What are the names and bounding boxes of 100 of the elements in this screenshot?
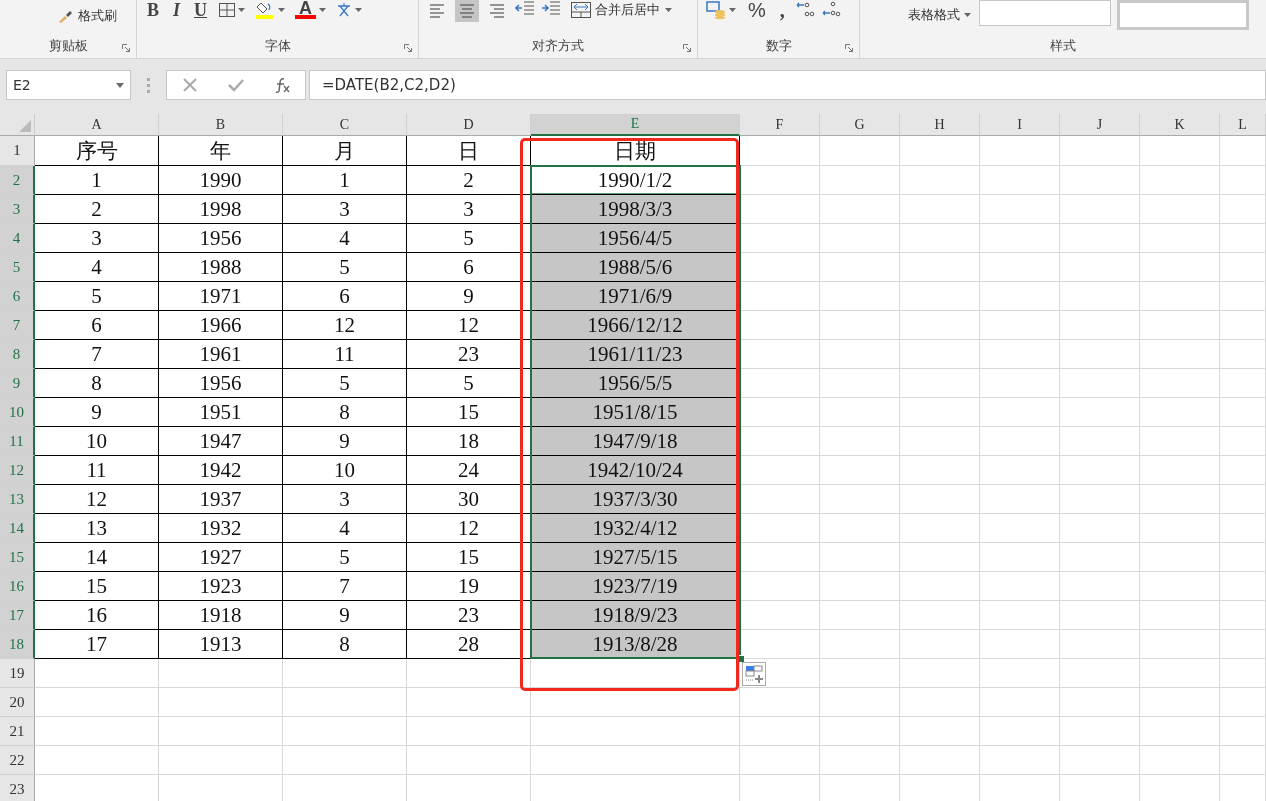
column-header[interactable]: B (159, 114, 283, 136)
caret-icon[interactable] (729, 8, 736, 12)
format-painter-button[interactable]: 格式刷 (56, 6, 119, 26)
row-header[interactable]: 10 (0, 398, 35, 427)
quick-analysis-icon[interactable] (742, 662, 766, 686)
table-cell: 6 (283, 282, 407, 311)
row-header[interactable]: 11 (0, 427, 35, 456)
launcher-icon[interactable] (122, 44, 130, 52)
align-left-icon[interactable] (429, 3, 445, 19)
italic-button[interactable]: I (169, 0, 185, 20)
row-header[interactable]: 3 (0, 195, 35, 224)
empty-cell (1220, 166, 1266, 195)
increase-decimal-icon[interactable] (794, 0, 815, 18)
empty-cell (1220, 688, 1266, 717)
group-label: 数字 (765, 37, 792, 55)
row-header[interactable]: 19 (0, 659, 35, 688)
cancel-icon[interactable] (181, 77, 198, 93)
percent-button[interactable]: % (744, 0, 770, 20)
caret-icon[interactable] (319, 8, 327, 12)
table-cell: 1942 (159, 456, 283, 485)
column-header[interactable]: F (740, 114, 820, 136)
table-cell: 9 (407, 282, 531, 311)
table-cell: 12 (35, 485, 159, 514)
row-header[interactable]: 4 (0, 224, 35, 253)
table-cell: 1990 (159, 166, 283, 195)
caret-icon[interactable] (238, 8, 246, 12)
caret-icon[interactable] (665, 8, 672, 12)
table-cell: 1918 (159, 601, 283, 630)
outdent-icon[interactable] (515, 0, 535, 16)
column-header[interactable]: E (531, 114, 740, 136)
bold-button[interactable]: B (143, 0, 163, 20)
indent-icon[interactable] (541, 0, 561, 16)
column-header[interactable]: A (35, 114, 159, 136)
launcher-icon[interactable] (404, 44, 412, 52)
row-header[interactable]: 9 (0, 369, 35, 398)
comma-style-button[interactable]: , (775, 0, 789, 20)
row-header[interactable]: 22 (0, 746, 35, 775)
function-icon[interactable] (274, 77, 291, 93)
table-cell: 9 (35, 398, 159, 427)
column-header[interactable]: J (1060, 114, 1140, 136)
row-header[interactable]: 18 (0, 630, 35, 659)
table-cell: 序号 (35, 136, 159, 166)
caret-icon[interactable] (964, 13, 971, 17)
table-cell: 1 (35, 166, 159, 195)
row-header[interactable]: 16 (0, 572, 35, 601)
table-cell: 1927 (159, 543, 283, 572)
row-header[interactable]: 21 (0, 717, 35, 746)
name-box[interactable]: E2 (6, 70, 131, 100)
formula-field[interactable]: =DATE(B2,C2,D2) (309, 70, 1266, 100)
row-header[interactable]: 6 (0, 282, 35, 311)
column-header[interactable]: H (900, 114, 980, 136)
column-header[interactable]: K (1140, 114, 1220, 136)
table-cell: 1913 (159, 630, 283, 659)
table-cell: 1961 (159, 340, 283, 369)
align-center-icon[interactable] (459, 3, 475, 19)
phonetic-icon[interactable] (336, 3, 353, 17)
column-header[interactable]: C (283, 114, 407, 136)
table-cell: 17 (35, 630, 159, 659)
launcher-icon[interactable] (845, 44, 853, 52)
row-header[interactable]: 2 (0, 166, 35, 195)
check-icon[interactable] (227, 77, 245, 93)
group-label: 剪贴板 (48, 37, 88, 55)
table-cell: 11 (35, 456, 159, 485)
underline-button[interactable]: U (190, 0, 212, 20)
table-format-button[interactable]: 表格格式 (906, 0, 973, 24)
row-header[interactable]: 7 (0, 311, 35, 340)
borders-icon[interactable] (219, 3, 236, 17)
table-cell: 8 (283, 630, 407, 659)
column-header[interactable]: L (1220, 114, 1266, 136)
font-color-button[interactable]: A (295, 1, 317, 19)
row-header[interactable]: 15 (0, 543, 35, 572)
caret-icon[interactable] (355, 8, 363, 12)
row-header[interactable]: 1 (0, 136, 35, 166)
grip-icon (147, 77, 150, 93)
table-cell: 5 (407, 224, 531, 253)
row-header[interactable]: 20 (0, 688, 35, 717)
column-header[interactable]: D (407, 114, 531, 136)
row-header[interactable]: 8 (0, 340, 35, 369)
row-header[interactable]: 13 (0, 485, 35, 514)
row-header[interactable]: 17 (0, 601, 35, 630)
caret-icon[interactable] (278, 8, 286, 12)
table-cell: 12 (283, 311, 407, 340)
merge-icon[interactable] (571, 2, 591, 18)
decrease-decimal-icon[interactable] (820, 0, 841, 18)
empty-cell (1220, 746, 1266, 775)
brush-icon[interactable] (58, 9, 74, 23)
row-header[interactable]: 23 (0, 775, 35, 801)
launcher-icon[interactable] (683, 44, 691, 52)
accounting-icon[interactable] (706, 1, 726, 19)
column-header[interactable]: I (980, 114, 1060, 136)
row-header[interactable]: 12 (0, 456, 35, 485)
row-header[interactable]: 5 (0, 253, 35, 282)
row-header[interactable]: 14 (0, 514, 35, 543)
table-cell: 1923 (159, 572, 283, 601)
merge-center-button[interactable]: 合并后居中 (569, 0, 662, 20)
fill-color-icon[interactable] (255, 1, 276, 19)
cell-style-box[interactable] (1117, 0, 1249, 30)
cell-style-box[interactable] (979, 0, 1111, 26)
align-right-icon[interactable] (489, 3, 505, 19)
column-header[interactable]: G (820, 114, 900, 136)
